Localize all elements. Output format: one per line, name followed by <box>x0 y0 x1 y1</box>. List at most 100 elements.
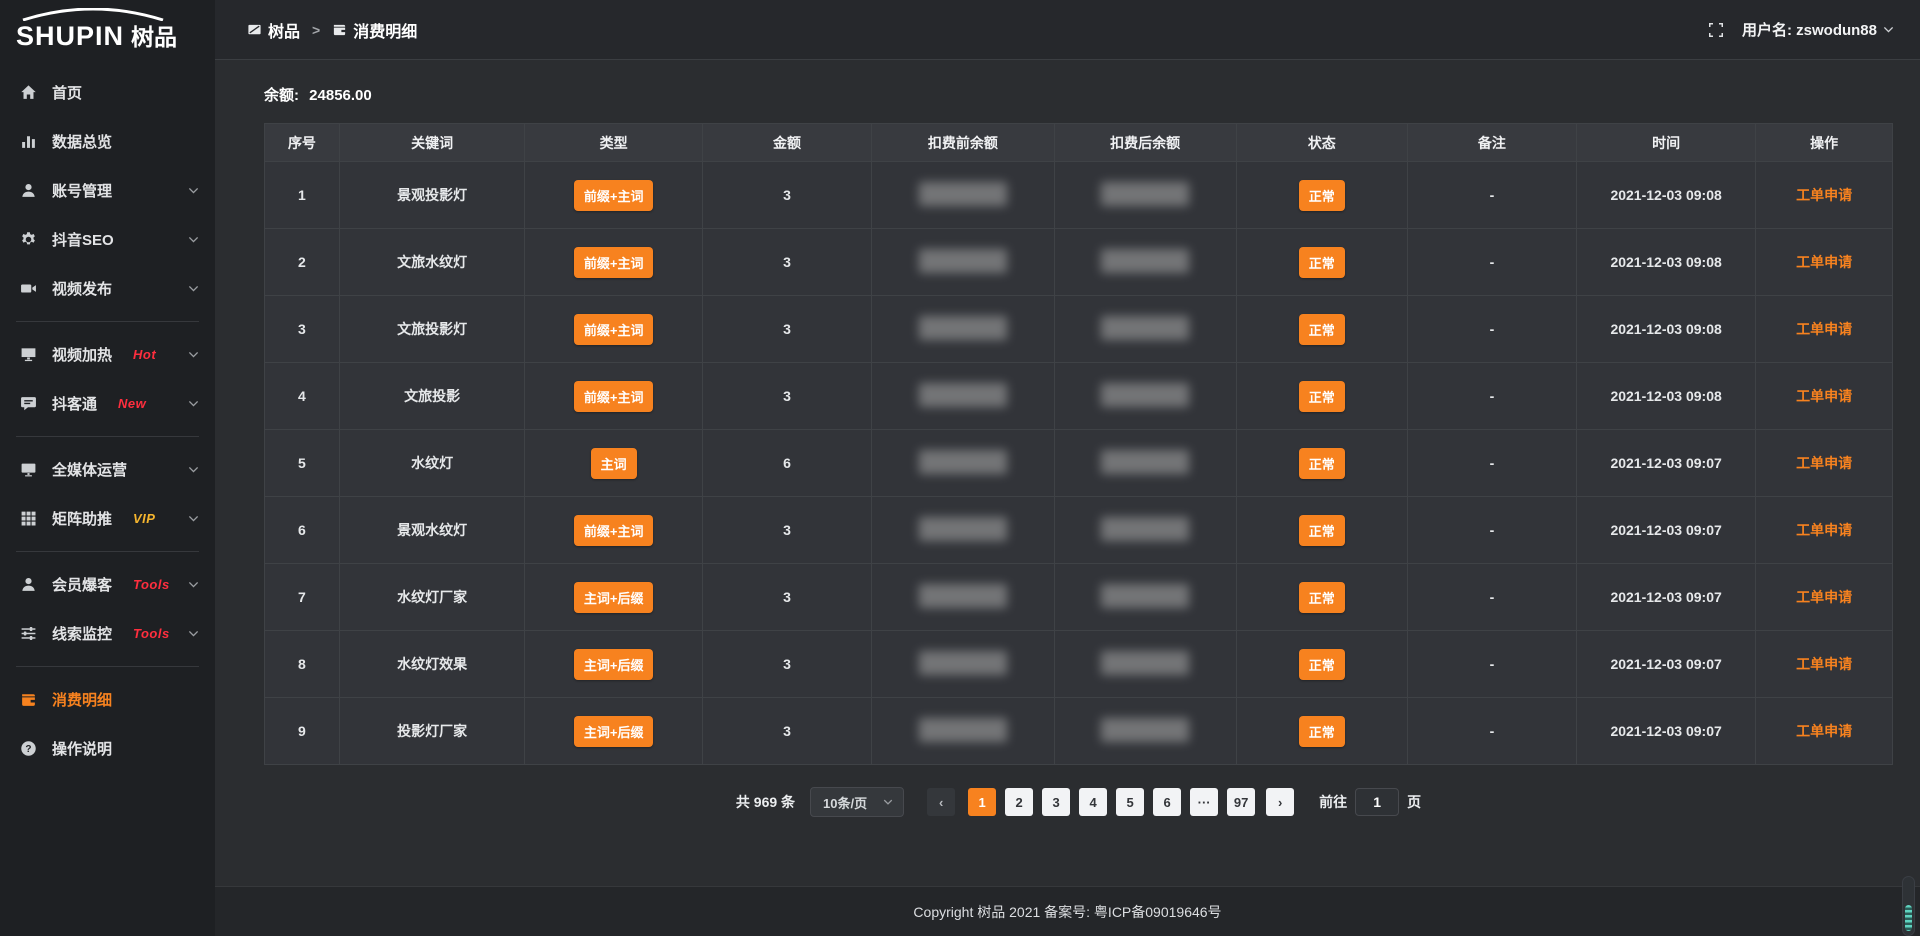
masked-value <box>1101 450 1189 474</box>
table-row: 6 景观水纹灯 前缀+主词 3 正常 - 2021-12-03 09:07 工单… <box>265 497 1893 564</box>
user-area: 用户名: zswodun88 <box>1708 19 1894 40</box>
sidebar-item-consumption-detail[interactable]: 消费明细 <box>0 675 215 724</box>
masked-value <box>919 249 1007 273</box>
balance: 余额: 24856.00 <box>264 84 1893 105</box>
table-row: 4 文旅投影 前缀+主词 3 正常 - 2021-12-03 09:08 工单申… <box>265 363 1893 430</box>
fullscreen-icon[interactable] <box>1708 22 1724 38</box>
page-button-4[interactable]: 4 <box>1079 788 1107 816</box>
sidebar-item-member-burst[interactable]: 会员爆客 Tools <box>0 560 215 609</box>
page-button-1[interactable]: 1 <box>968 788 996 816</box>
col-note: 备注 <box>1407 124 1576 162</box>
divider <box>16 321 199 322</box>
table-header-row: 序号 关键词 类型 金额 扣费前余额 扣费后余额 状态 备注 时间 操作 <box>265 124 1893 162</box>
page-button-2[interactable]: 2 <box>1005 788 1033 816</box>
type-badge: 前缀+主词 <box>574 314 654 345</box>
wallet-icon <box>332 22 347 37</box>
breadcrumb-current[interactable]: 消费明细 <box>332 18 417 42</box>
sidebar-item-instructions[interactable]: ? 操作说明 <box>0 724 215 773</box>
col-post-balance: 扣费后余额 <box>1054 124 1236 162</box>
col-type: 类型 <box>525 124 702 162</box>
user-dropdown[interactable]: 用户名: zswodun88 <box>1742 19 1894 40</box>
sliders-icon <box>20 625 37 642</box>
logo-text-en: SHUPIN <box>16 21 124 52</box>
masked-value <box>919 517 1007 541</box>
type-badge: 前缀+主词 <box>574 515 654 546</box>
video-camera-icon <box>20 280 37 297</box>
masked-value <box>1101 651 1189 675</box>
content: 余额: 24856.00 序号 关键词 类型 金额 扣费前余额 扣费后余额 状态 <box>215 60 1920 886</box>
next-page-button[interactable]: › <box>1266 788 1294 816</box>
goto-page: 前往 页 <box>1319 788 1421 816</box>
page-size-select[interactable]: 10条/页 <box>810 787 904 817</box>
page-button-97[interactable]: 97 <box>1227 788 1255 816</box>
type-badge: 主词+后缀 <box>574 582 654 613</box>
status-badge: 正常 <box>1299 515 1345 546</box>
sidebar-item-video-heat[interactable]: 视频加热 Hot <box>0 330 215 379</box>
sidebar-item-account[interactable]: 账号管理 <box>0 166 215 215</box>
status-badge: 正常 <box>1299 649 1345 680</box>
status-badge: 正常 <box>1299 314 1345 345</box>
total-count: 共 969 条 <box>736 792 795 812</box>
chevron-down-icon <box>188 398 199 409</box>
breadcrumb-separator: > <box>312 22 320 38</box>
sidebar-item-lead-monitor[interactable]: 线索监控 Tools <box>0 609 215 658</box>
breadcrumb-root[interactable]: 树品 <box>247 18 300 42</box>
logo: SHUPIN 树品 <box>0 0 215 58</box>
work-order-link[interactable]: 工单申请 <box>1796 455 1852 471</box>
masked-value <box>919 450 1007 474</box>
more-pages-button[interactable]: ··· <box>1190 788 1218 816</box>
tools-badge: Tools <box>133 626 170 641</box>
svg-text:?: ? <box>25 744 31 755</box>
masked-value <box>919 651 1007 675</box>
sidebar-item-all-media[interactable]: 全媒体运营 <box>0 445 215 494</box>
work-order-link[interactable]: 工单申请 <box>1796 589 1852 605</box>
type-badge: 主词 <box>591 448 637 479</box>
page-button-6[interactable]: 6 <box>1153 788 1181 816</box>
user-icon <box>20 576 37 593</box>
chevron-down-icon <box>883 797 893 807</box>
masked-value <box>919 316 1007 340</box>
page-button-3[interactable]: 3 <box>1042 788 1070 816</box>
work-order-link[interactable]: 工单申请 <box>1796 187 1852 203</box>
col-keyword: 关键词 <box>339 124 525 162</box>
pagination: 共 969 条 10条/页 ‹ 1 2 3 4 5 6 ··· 97 › 前往 … <box>264 787 1893 817</box>
sidebar-nav: 首页 数据总览 账号管理 抖音SEO 视频发布 <box>0 58 215 773</box>
status-badge: 正常 <box>1299 716 1345 747</box>
col-action: 操作 <box>1756 124 1893 162</box>
sidebar-item-matrix-boost[interactable]: 矩阵助推 VIP <box>0 494 215 543</box>
sidebar-item-home[interactable]: 首页 <box>0 68 215 117</box>
chat-bubble-icon <box>20 395 37 412</box>
goto-page-input[interactable] <box>1355 788 1399 816</box>
work-order-link[interactable]: 工单申请 <box>1796 321 1852 337</box>
work-order-link[interactable]: 工单申请 <box>1796 388 1852 404</box>
sidebar-item-douyin-seo[interactable]: 抖音SEO <box>0 215 215 264</box>
app-window: SHUPIN 树品 首页 数据总览 账号管理 抖音SEO <box>0 0 1920 936</box>
work-order-link[interactable]: 工单申请 <box>1796 254 1852 270</box>
work-order-link[interactable]: 工单申请 <box>1796 723 1852 739</box>
table-row: 3 文旅投影灯 前缀+主词 3 正常 - 2021-12-03 09:08 工单… <box>265 296 1893 363</box>
work-order-link[interactable]: 工单申请 <box>1796 656 1852 672</box>
status-badge: 正常 <box>1299 448 1345 479</box>
vip-badge: VIP <box>133 511 155 526</box>
new-badge: New <box>118 396 146 411</box>
copyright-text: Copyright 树品 2021 备案号: 粤ICP备09019646号 <box>913 902 1221 922</box>
goto-label: 前往 <box>1319 792 1347 812</box>
col-index: 序号 <box>265 124 340 162</box>
sidebar-item-doukethong[interactable]: 抖客通 New <box>0 379 215 428</box>
scrollbar-widget[interactable] <box>1902 876 1915 936</box>
sidebar-item-video-publish[interactable]: 视频发布 <box>0 264 215 313</box>
page-button-5[interactable]: 5 <box>1116 788 1144 816</box>
screen-icon <box>247 22 262 37</box>
wallet-icon <box>20 691 37 708</box>
table-row: 5 水纹灯 主词 6 正常 - 2021-12-03 09:07 工单申请 <box>265 430 1893 497</box>
balance-value: 24856.00 <box>309 87 372 104</box>
sidebar-item-data-overview[interactable]: 数据总览 <box>0 117 215 166</box>
type-badge: 前缀+主词 <box>574 180 654 211</box>
type-badge: 前缀+主词 <box>574 247 654 278</box>
consumption-table: 序号 关键词 类型 金额 扣费前余额 扣费后余额 状态 备注 时间 操作 1 <box>264 123 1893 765</box>
col-pre-balance: 扣费前余额 <box>872 124 1054 162</box>
masked-value <box>1101 584 1189 608</box>
prev-page-button[interactable]: ‹ <box>927 788 955 816</box>
work-order-link[interactable]: 工单申请 <box>1796 522 1852 538</box>
type-badge: 主词+后缀 <box>574 716 654 747</box>
